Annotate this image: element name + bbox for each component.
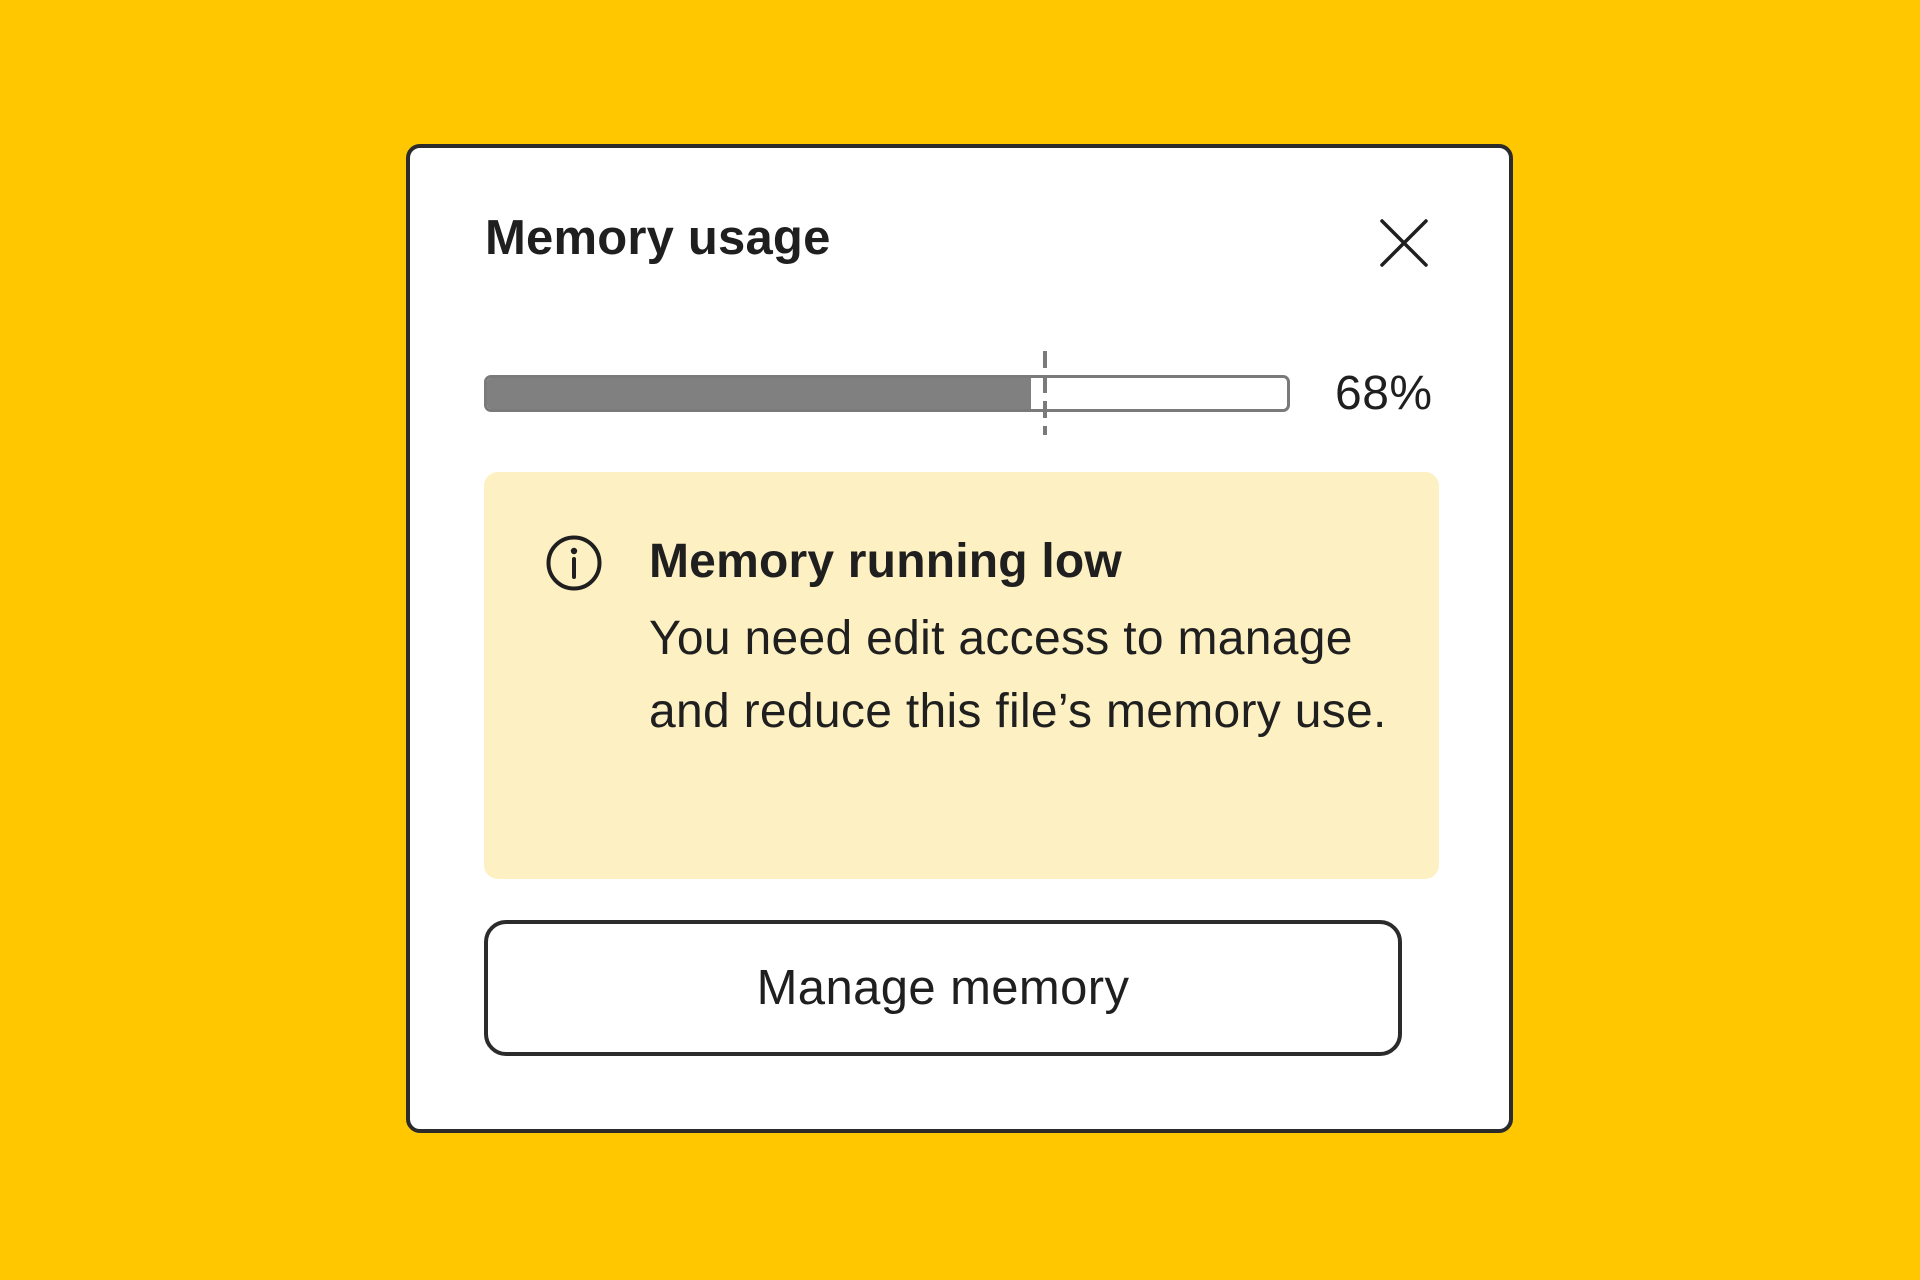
memory-usage-dialog: Memory usage 68% Memory running low You … [406,144,1513,1133]
close-icon [1380,219,1428,267]
alert-message: You need edit access to manage and reduc… [649,612,1387,738]
dialog-title: Memory usage [485,211,831,265]
memory-progress-fill [487,378,1031,409]
close-button[interactable] [1376,215,1432,271]
memory-percent-label: 68% [1335,367,1433,420]
memory-warning-alert: Memory running low You need edit access … [484,472,1439,879]
memory-progress-bar [484,375,1290,412]
alert-title: Memory running low [649,535,1122,588]
manage-memory-button[interactable]: Manage memory [484,920,1402,1056]
info-icon [545,534,603,592]
memory-threshold-marker [1043,351,1047,435]
